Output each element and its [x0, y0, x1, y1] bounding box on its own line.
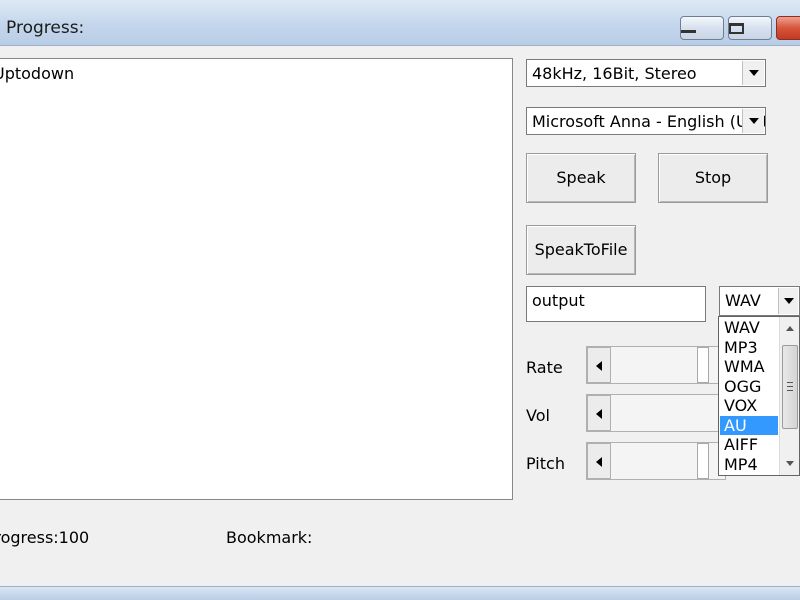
rate-slider[interactable]: [586, 346, 726, 384]
pitch-decrease-button[interactable]: [587, 443, 611, 479]
minimize-icon: [681, 30, 696, 33]
grip-line: [787, 386, 793, 387]
pitch-slider[interactable]: [586, 442, 726, 480]
window-bottom-edge: [0, 586, 800, 600]
audio-format-value: 48kHz, 16Bit, Stereo: [532, 64, 697, 83]
maximize-icon: [729, 23, 744, 34]
grip-line: [787, 390, 793, 391]
output-filename-value: output: [532, 291, 585, 310]
file-type-option-mp4[interactable]: MP4: [720, 455, 778, 475]
voice-select[interactable]: Microsoft Anna - English (United States): [526, 107, 766, 135]
arrow-left-icon: [596, 457, 602, 467]
close-button[interactable]: [776, 16, 800, 40]
speak-button[interactable]: Speak: [526, 153, 636, 203]
chevron-down-icon: [749, 70, 759, 76]
scroll-down-button[interactable]: [780, 453, 800, 475]
chevron-down-icon: [784, 298, 794, 304]
rate-slider-thumb[interactable]: [697, 347, 709, 383]
rate-label: Rate: [526, 358, 563, 377]
pitch-slider-thumb[interactable]: [697, 443, 709, 479]
progress-status: Progress:100: [0, 528, 90, 547]
file-type-option-wma[interactable]: WMA: [720, 357, 778, 377]
title-bar: Progress:: [0, 0, 800, 46]
vol-decrease-button[interactable]: [587, 395, 611, 431]
output-filename-input[interactable]: output: [526, 286, 706, 322]
text-input-area[interactable]: Uptodown: [0, 58, 513, 500]
text-area-value: Uptodown: [0, 64, 75, 83]
chevron-down-icon: [749, 118, 759, 124]
file-type-value: WAV: [725, 291, 761, 310]
vol-slider[interactable]: [586, 394, 726, 432]
chevron-down-icon: [786, 461, 794, 466]
file-type-option-au[interactable]: AU: [720, 415, 778, 435]
grip-line: [787, 382, 793, 383]
voice-dropdown-button[interactable]: [742, 109, 764, 133]
chevron-up-icon: [786, 326, 794, 331]
maximize-button[interactable]: [728, 16, 772, 40]
arrow-left-icon: [596, 409, 602, 419]
file-type-dropdown-list: WAV MP3 WMA OGG VOX AU AIFF MP4: [718, 316, 800, 476]
file-type-option-ogg[interactable]: OGG: [720, 377, 778, 397]
arrow-left-icon: [596, 361, 602, 371]
file-type-option-mp3[interactable]: MP3: [720, 338, 778, 358]
file-type-option-aiff[interactable]: AIFF: [720, 435, 778, 455]
minimize-button[interactable]: [680, 16, 724, 40]
dropdown-scrollbar[interactable]: [779, 317, 799, 475]
window-title: Progress:: [6, 18, 85, 38]
file-type-option-vox[interactable]: VOX: [720, 396, 778, 416]
vol-label: Vol: [526, 406, 550, 425]
audio-format-select[interactable]: 48kHz, 16Bit, Stereo: [526, 59, 766, 87]
rate-decrease-button[interactable]: [587, 347, 611, 383]
speak-to-file-button[interactable]: SpeakToFile: [526, 225, 636, 275]
audio-format-dropdown-button[interactable]: [742, 61, 764, 85]
stop-button[interactable]: Stop: [658, 153, 768, 203]
file-type-option-wav[interactable]: WAV: [720, 318, 778, 338]
voice-value: Microsoft Anna - English (United States): [532, 112, 765, 131]
bookmark-status: Bookmark:: [226, 528, 313, 547]
scroll-up-button[interactable]: [780, 317, 800, 339]
file-type-dropdown-button[interactable]: [778, 288, 798, 314]
scrollbar-thumb[interactable]: [782, 345, 798, 429]
file-type-select[interactable]: WAV: [719, 286, 800, 316]
pitch-label: Pitch: [526, 454, 565, 473]
